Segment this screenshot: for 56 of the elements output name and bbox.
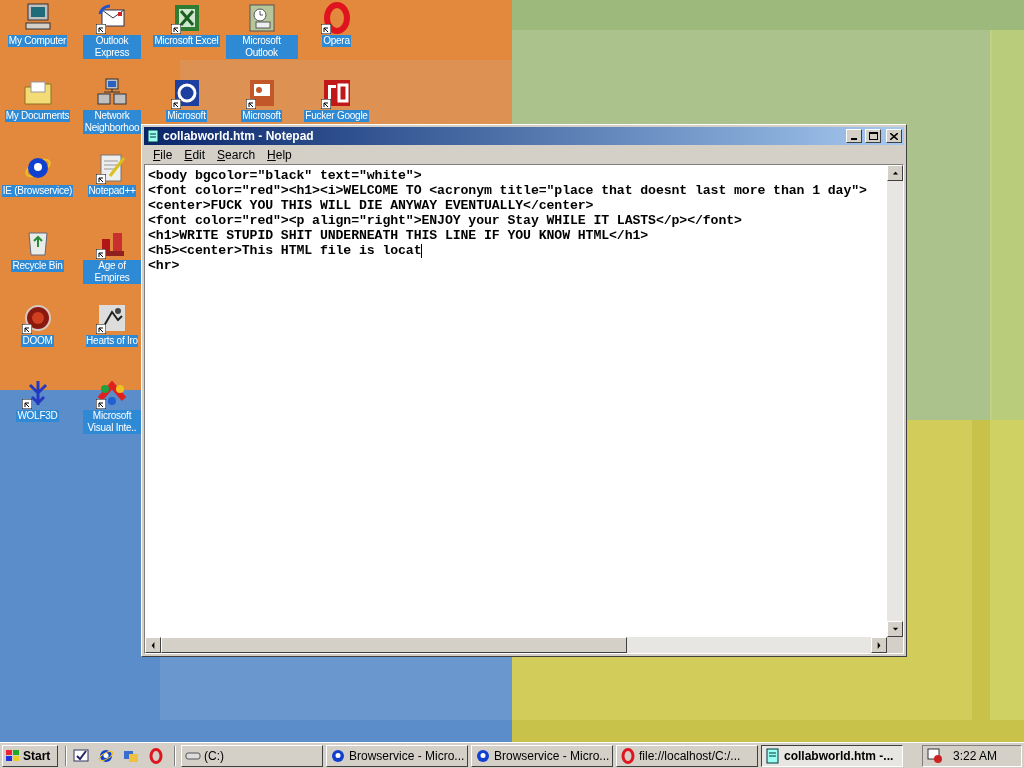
taskbar-button[interactable]: file://localhost/C:/...: [616, 744, 758, 767]
windows-flag-icon: [5, 748, 21, 763]
code-line: <center>FUCK YOU THIS WILL DIE ANYWAY EVENTUALLY</center>: [148, 198, 594, 213]
scroll-down-button[interactable]: [887, 621, 903, 637]
icon-label[interactable]: WOLF3D: [16, 410, 59, 422]
scroll-thumb[interactable]: [161, 637, 627, 653]
code-line: <body bgcolor="black" text="white">: [148, 168, 422, 183]
menu-item[interactable]: File: [148, 145, 178, 164]
code-line: <font color="red"><p align="right">ENJOY your Stay WHILE IT LASTS</p></font>: [148, 213, 742, 228]
ring-icon[interactable]: [148, 747, 164, 764]
scheduler-icon[interactable]: [927, 747, 943, 764]
icon-label[interactable]: Hearts of Iro: [86, 335, 138, 347]
scroll-up-button[interactable]: [887, 165, 903, 181]
icon-label[interactable]: Microsoft: [166, 110, 207, 122]
close-icon: [890, 132, 898, 140]
taskbar-button[interactable]: Browservice - Micro...: [471, 744, 613, 767]
notepad-icon: [146, 129, 160, 143]
taskbar-button[interactable]: (C:): [181, 744, 323, 767]
window-title: collabworld.htm - Notepad: [163, 128, 315, 145]
taskbar-button[interactable]: Browservice - Micro...: [326, 744, 468, 767]
menu-item[interactable]: Search: [212, 145, 261, 164]
icon-label[interactable]: My Documents: [4, 110, 71, 122]
icon-label[interactable]: Opera: [322, 35, 351, 47]
icon-label[interactable]: Microsoft Outlook: [225, 35, 298, 59]
icon-label[interactable]: Age of Empires: [83, 260, 141, 284]
minimize-button[interactable]: [846, 129, 862, 143]
taskbar-button[interactable]: collabworld.htm -...: [761, 744, 903, 767]
scrollbar-corner: [887, 637, 903, 653]
close-button[interactable]: [886, 129, 902, 143]
code-line: <h1>WRITE STUPID SHIT UNDERNEATH THIS LINE IF YOU KNOW HTML</h1>: [148, 228, 649, 243]
menu-item[interactable]: Edit: [179, 145, 211, 164]
menu-item[interactable]: Help: [262, 145, 297, 164]
start-button[interactable]: Start: [2, 744, 58, 767]
icon-label[interactable]: Recycle Bin: [11, 260, 64, 272]
vertical-scrollbar[interactable]: [887, 165, 903, 637]
icon-label[interactable]: Microsoft Visual Inte..: [83, 410, 141, 434]
icon-label[interactable]: IE (Browservice): [1, 185, 74, 197]
artwork-icon[interactable]: [96, 302, 128, 334]
code-line: <font color="red"><h1><i>WELCOME TO <acronym title="place that doesnt last more than 1 day">: [148, 183, 867, 198]
maximize-button[interactable]: [865, 129, 881, 143]
notepad-icon: [765, 747, 781, 764]
icon-label[interactable]: Fucker Google: [304, 110, 369, 122]
icon-label[interactable]: Outlook Express: [83, 35, 141, 59]
icon-label[interactable]: My Computer: [7, 35, 68, 47]
code-line: <h5><center>This HTML file is locat: [148, 243, 422, 258]
icon-label[interactable]: Network Neighborhoo: [83, 110, 141, 134]
icon-label[interactable]: Notepad++: [88, 185, 136, 197]
icon-label[interactable]: Microsoft: [241, 110, 282, 122]
scroll-right-button[interactable]: [871, 637, 887, 653]
scroll-left-button[interactable]: [145, 637, 161, 653]
horizontal-scrollbar[interactable]: [145, 637, 887, 653]
icon-label[interactable]: DOOM: [21, 335, 54, 347]
code-line: <hr>: [148, 258, 180, 273]
clock[interactable]: 3:22 AM: [953, 746, 998, 765]
ring-icon: [620, 747, 636, 764]
icon-label[interactable]: Microsoft Excel: [153, 35, 220, 47]
